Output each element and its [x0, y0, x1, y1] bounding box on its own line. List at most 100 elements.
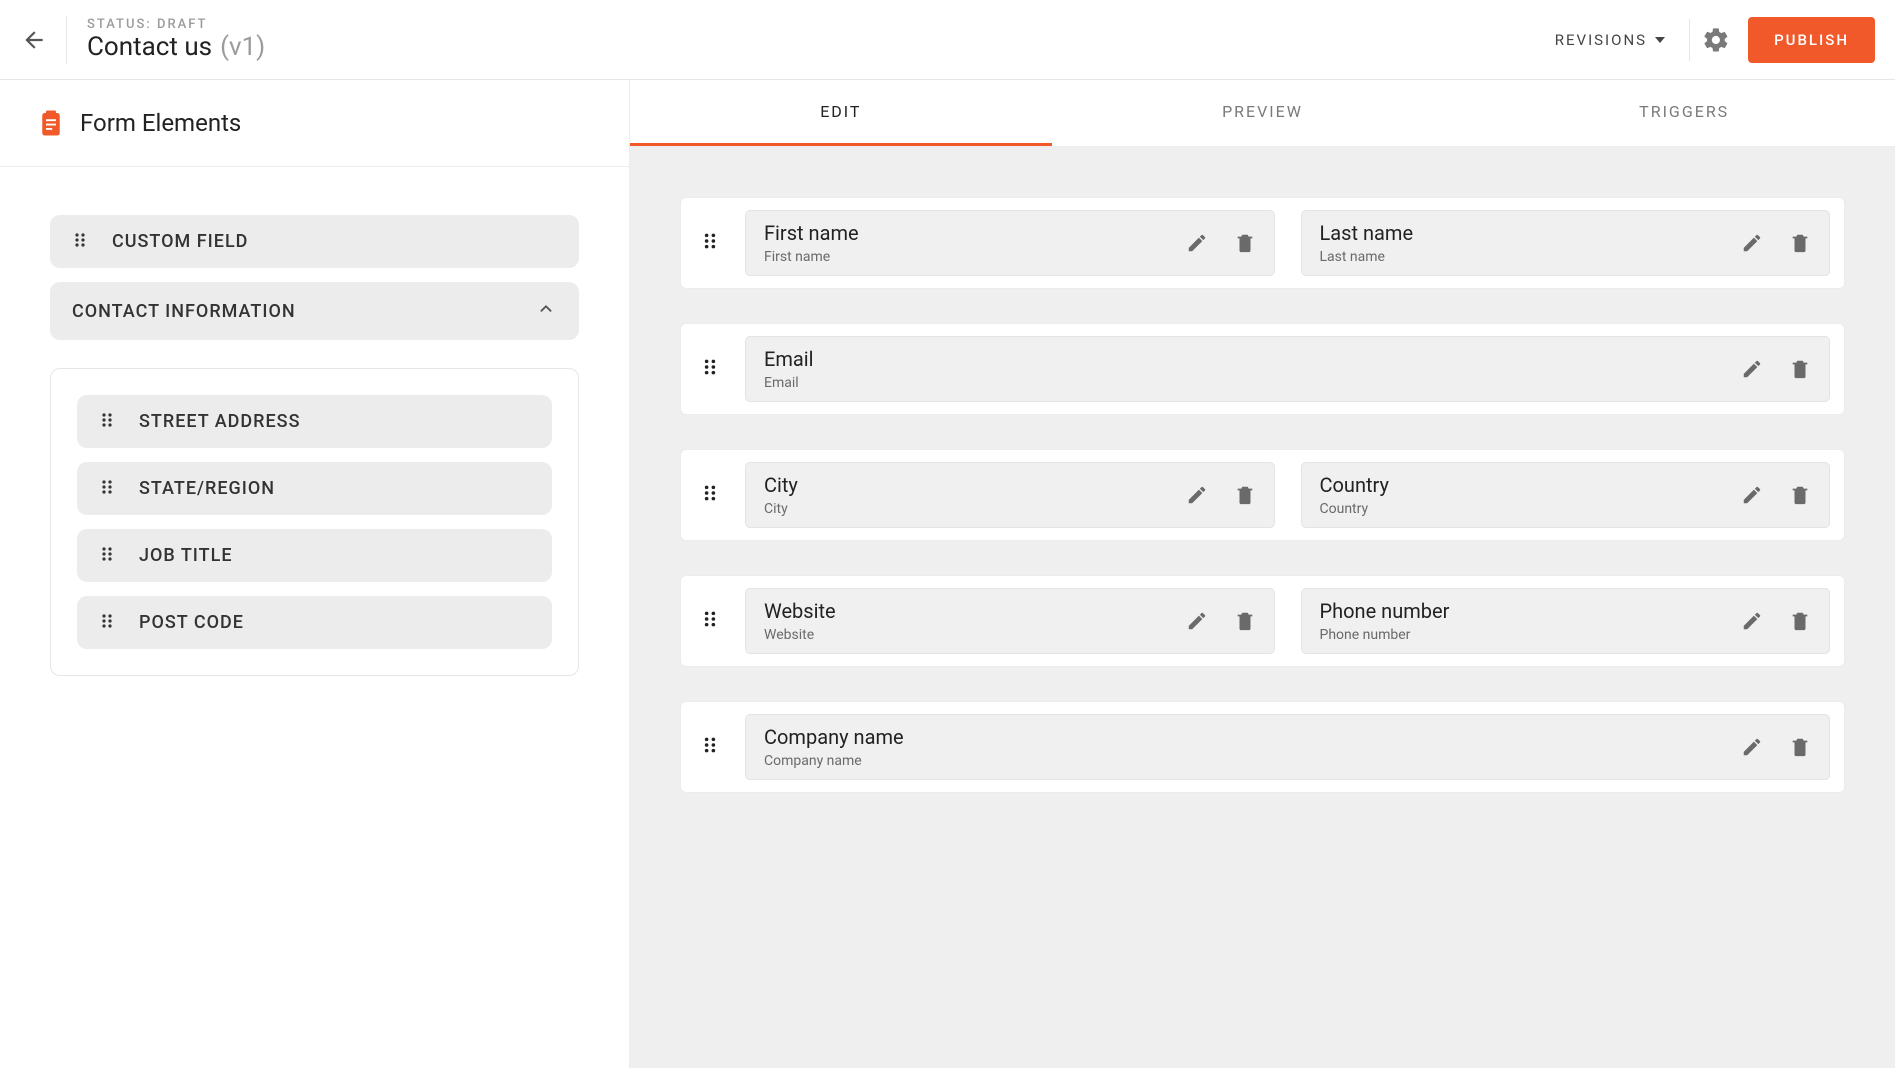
drag-handle-icon[interactable]	[695, 736, 725, 758]
clipboard-icon	[36, 108, 66, 138]
field-subtitle: Country	[1320, 501, 1742, 517]
trash-icon	[1234, 610, 1256, 632]
drag-handle-icon[interactable]	[695, 484, 725, 506]
field-actions	[1186, 484, 1256, 506]
pencil-icon	[1741, 232, 1763, 254]
trash-icon	[1789, 484, 1811, 506]
field-block[interactable]: Country Country	[1301, 462, 1831, 528]
version-label: (v1)	[220, 32, 265, 62]
divider	[1689, 19, 1690, 61]
sidebar-item-job-title[interactable]: JOB TITLE	[77, 529, 552, 582]
field-subtitle: First name	[764, 249, 1186, 265]
trash-icon	[1789, 232, 1811, 254]
drag-handle-icon[interactable]	[695, 358, 725, 380]
delete-field-button[interactable]	[1789, 484, 1811, 506]
field-block[interactable]: CityCity	[745, 462, 1275, 528]
fields-wrap: WebsiteWebsite Phone numberPhone number	[745, 588, 1830, 654]
edit-field-button[interactable]	[1741, 610, 1763, 632]
field-actions	[1186, 610, 1256, 632]
drag-handle-icon[interactable]	[99, 412, 115, 432]
edit-field-button[interactable]	[1741, 232, 1763, 254]
drag-handle-icon[interactable]	[99, 613, 115, 633]
field-actions	[1741, 610, 1811, 632]
delete-field-button[interactable]	[1789, 610, 1811, 632]
custom-field-item[interactable]: CUSTOM FIELD	[50, 215, 579, 268]
field-text: EmailEmail	[764, 347, 1741, 391]
field-actions	[1186, 232, 1256, 254]
field-block[interactable]: Phone numberPhone number	[1301, 588, 1831, 654]
field-text: CityCity	[764, 473, 1186, 517]
field-subtitle: Last name	[1320, 249, 1742, 265]
pencil-icon	[1741, 484, 1763, 506]
field-title: Country	[1320, 473, 1742, 497]
trash-icon	[1234, 484, 1256, 506]
revisions-dropdown[interactable]: REVISIONS	[1537, 31, 1683, 49]
tab-preview[interactable]: PREVIEW	[1052, 80, 1474, 146]
field-title: Phone number	[1320, 599, 1742, 623]
edit-field-button[interactable]	[1741, 484, 1763, 506]
tab-edit[interactable]: EDIT	[630, 80, 1052, 146]
drag-handle-icon[interactable]	[695, 610, 725, 632]
drag-handle-icon[interactable]	[72, 232, 88, 252]
drag-handle-icon[interactable]	[695, 232, 725, 254]
caret-down-icon	[1655, 37, 1665, 43]
pencil-icon	[1186, 232, 1208, 254]
section-label: CONTACT INFORMATION	[72, 301, 296, 322]
field-block[interactable]: Last nameLast name	[1301, 210, 1831, 276]
delete-field-button[interactable]	[1789, 232, 1811, 254]
arrow-left-icon	[21, 27, 47, 53]
form-row: Company nameCompany name	[680, 701, 1845, 793]
sidebar-item-label: STATE/REGION	[139, 478, 275, 499]
tab-triggers[interactable]: TRIGGERS	[1473, 80, 1895, 146]
field-text: First name First name	[764, 221, 1186, 265]
revisions-label: REVISIONS	[1555, 31, 1647, 49]
trash-icon	[1789, 736, 1811, 758]
delete-field-button[interactable]	[1234, 610, 1256, 632]
form-row: First name First name Last nameLast name	[680, 197, 1845, 289]
edit-field-button[interactable]	[1186, 232, 1208, 254]
sidebar-item-state-region[interactable]: STATE/REGION	[77, 462, 552, 515]
form-row: WebsiteWebsite Phone numberPhone number	[680, 575, 1845, 667]
field-title: Company name	[764, 725, 1741, 749]
pencil-icon	[1186, 610, 1208, 632]
field-actions	[1741, 484, 1811, 506]
field-text: WebsiteWebsite	[764, 599, 1186, 643]
delete-field-button[interactable]	[1789, 736, 1811, 758]
pencil-icon	[1741, 358, 1763, 380]
delete-field-button[interactable]	[1234, 232, 1256, 254]
chevron-up-icon	[535, 298, 557, 324]
tabs: EDIT PREVIEW TRIGGERS	[630, 80, 1895, 147]
field-title: City	[764, 473, 1186, 497]
field-block[interactable]: First name First name	[745, 210, 1275, 276]
edit-field-button[interactable]	[1186, 610, 1208, 632]
divider	[66, 16, 67, 64]
field-block[interactable]: EmailEmail	[745, 336, 1830, 402]
edit-field-button[interactable]	[1741, 736, 1763, 758]
sidebar-item-post-code[interactable]: POST CODE	[77, 596, 552, 649]
field-actions	[1741, 358, 1811, 380]
contact-information-section[interactable]: CONTACT INFORMATION	[50, 282, 579, 340]
delete-field-button[interactable]	[1234, 484, 1256, 506]
drag-handle-icon[interactable]	[99, 479, 115, 499]
field-text: Last nameLast name	[1320, 221, 1742, 265]
delete-field-button[interactable]	[1789, 358, 1811, 380]
sidebar-item-street-address[interactable]: STREET ADDRESS	[77, 395, 552, 448]
field-block[interactable]: WebsiteWebsite	[745, 588, 1275, 654]
pencil-icon	[1186, 484, 1208, 506]
sidebar-item-label: POST CODE	[139, 612, 244, 633]
trash-icon	[1789, 610, 1811, 632]
contact-information-panel: STREET ADDRESS STATE/REGION JOB TITLE PO…	[50, 368, 579, 676]
edit-field-button[interactable]	[1186, 484, 1208, 506]
field-block[interactable]: Company nameCompany name	[745, 714, 1830, 780]
sidebar: Form Elements CUSTOM FIELD CONTACT INFOR…	[0, 80, 630, 1068]
sidebar-item-label: JOB TITLE	[139, 545, 233, 566]
sidebar-body: CUSTOM FIELD CONTACT INFORMATION STREET …	[0, 167, 629, 724]
back-button[interactable]	[16, 22, 52, 58]
form-canvas: First name First name Last nameLast name Em…	[630, 147, 1895, 1068]
custom-field-label: CUSTOM FIELD	[112, 231, 248, 252]
edit-field-button[interactable]	[1741, 358, 1763, 380]
field-title: First name	[764, 221, 1186, 245]
drag-handle-icon[interactable]	[99, 546, 115, 566]
publish-button[interactable]: PUBLISH	[1748, 17, 1875, 63]
settings-button[interactable]	[1696, 20, 1736, 60]
